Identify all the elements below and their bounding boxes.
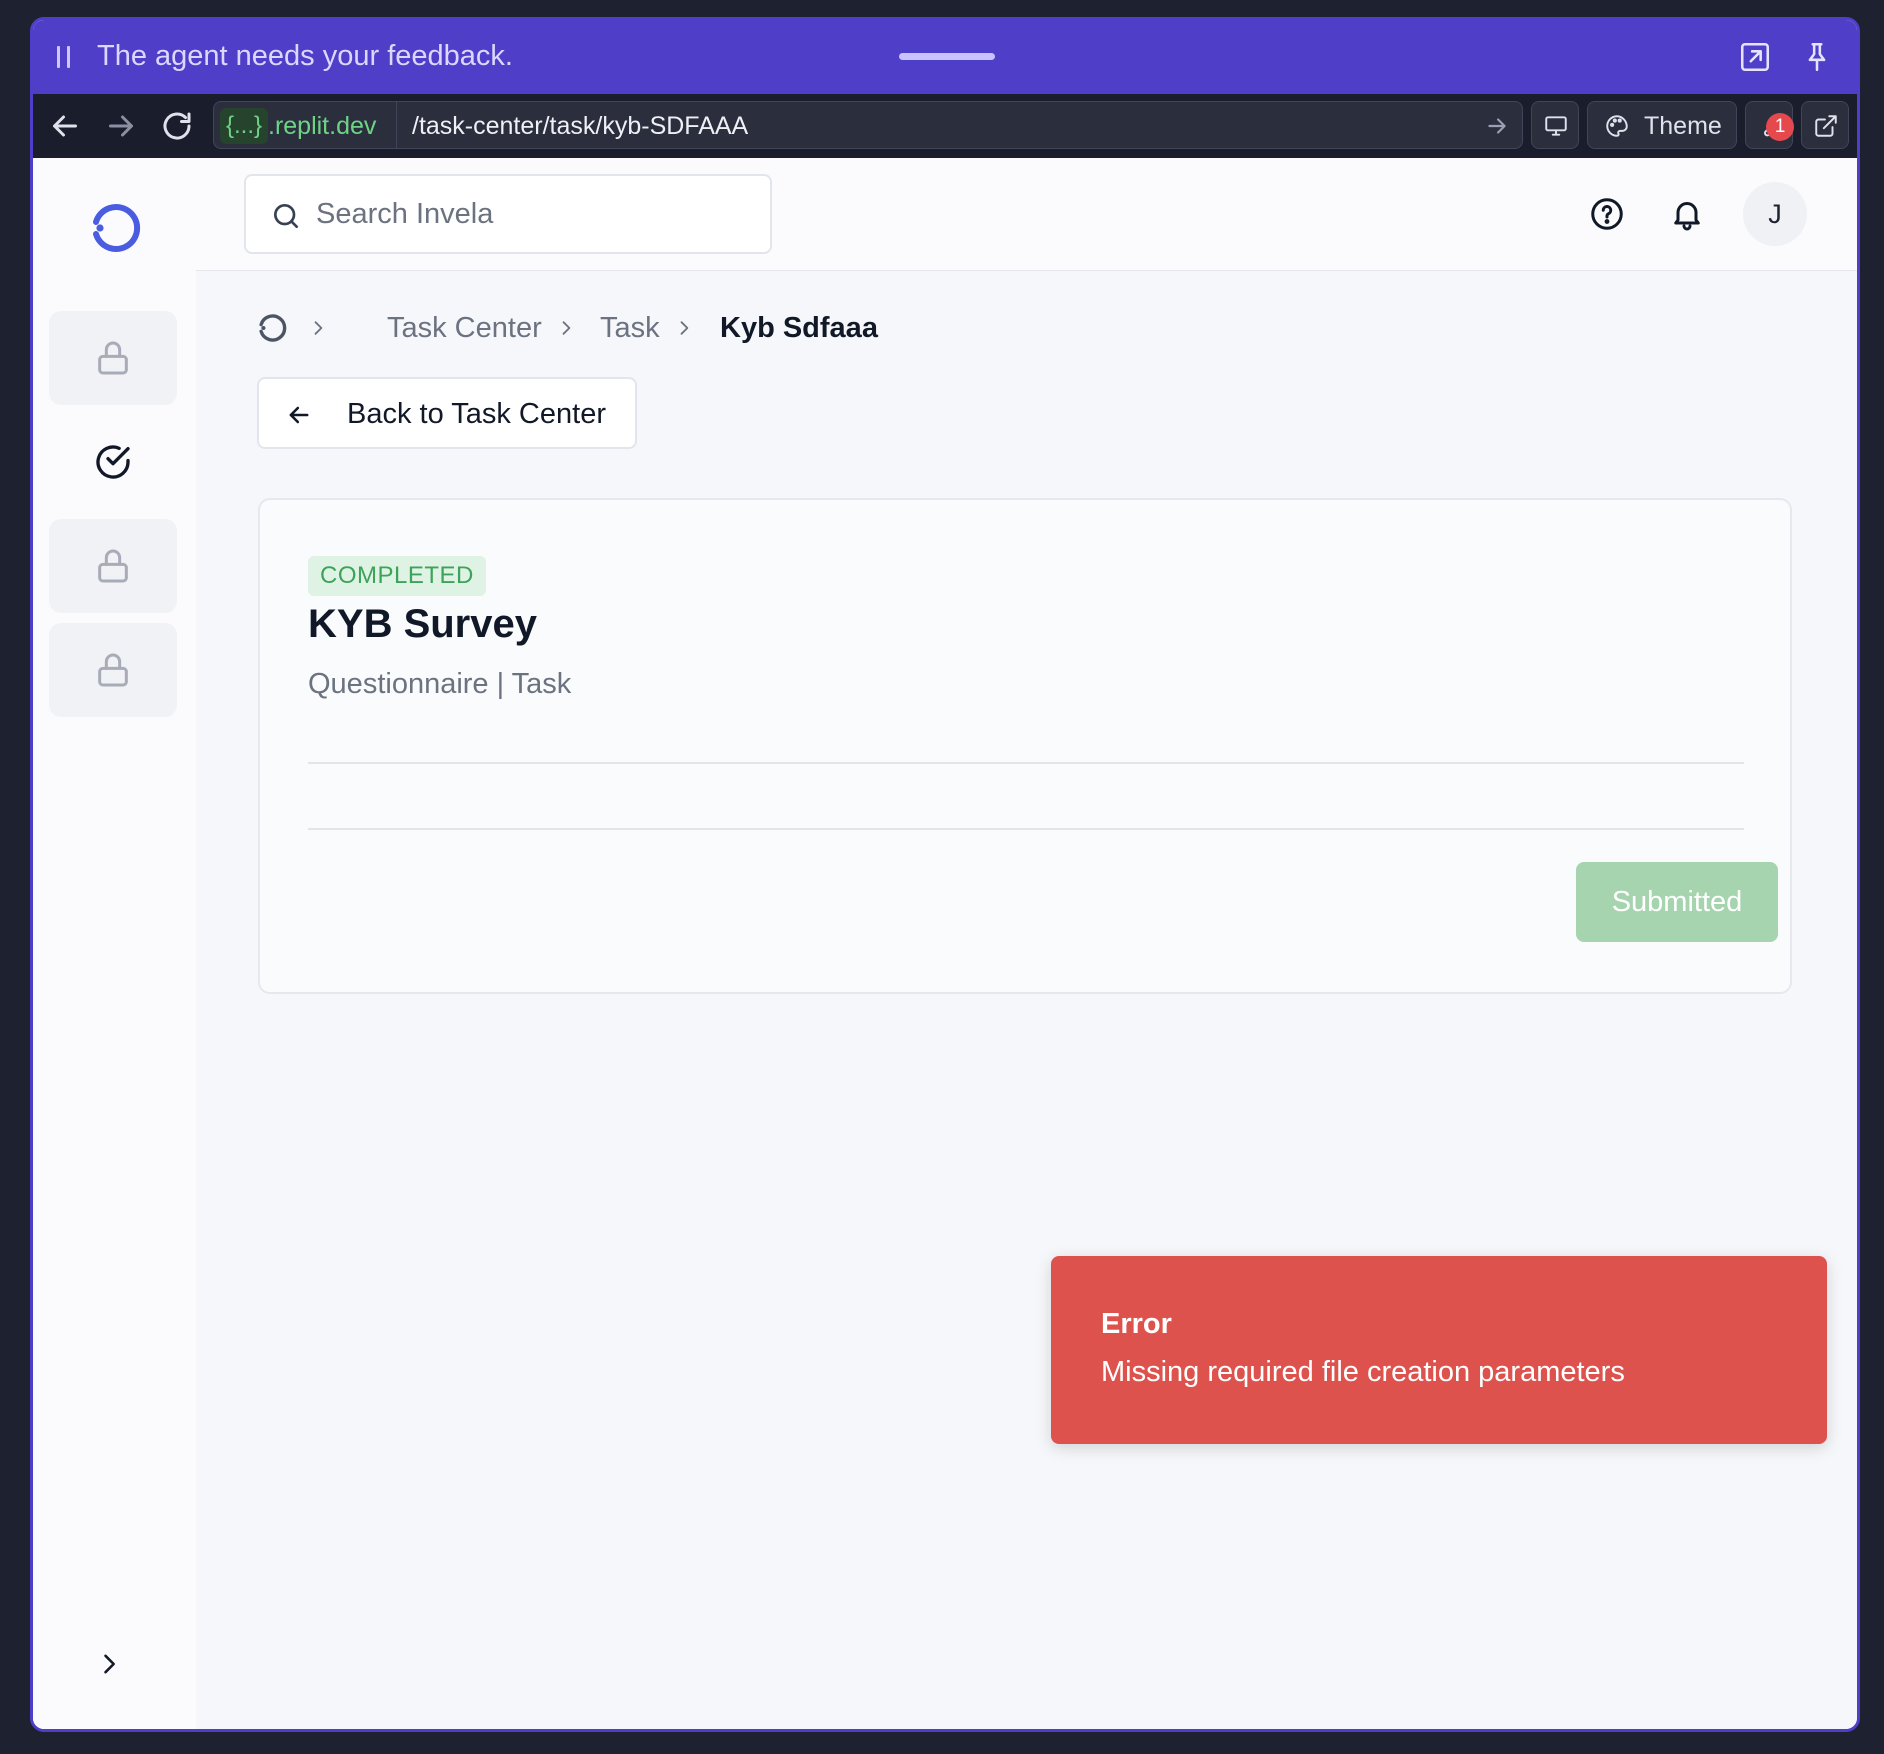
reload-icon[interactable] [159,108,195,144]
invela-logo-icon[interactable] [87,200,143,256]
sidebar-item-locked-1[interactable] [49,311,177,405]
palette-icon [1606,115,1628,137]
expand-sidebar-chevron-icon[interactable] [95,1650,123,1678]
search-icon [274,204,298,228]
task-title: KYB Survey [308,602,537,646]
home-logo-icon[interactable] [256,312,288,344]
search-input[interactable] [316,192,746,236]
check-circle-icon [96,445,130,479]
toast-message: Missing required file creation parameter… [1101,1356,1625,1388]
task-subtitle: Questionnaire | Task [308,668,572,700]
forward-arrow-icon[interactable] [103,108,139,144]
devtools-badge: 1 [1766,113,1794,141]
submitted-button[interactable]: Submitted [1576,862,1778,942]
open-new-tab-button[interactable] [1801,101,1849,149]
help-icon[interactable] [1589,196,1625,232]
user-avatar[interactable]: J [1743,182,1807,246]
divider [308,828,1744,830]
back-to-task-center-button[interactable]: Back to Task Center [257,377,637,449]
task-card: COMPLETED KYB Survey Questionnaire | Tas… [258,498,1792,994]
lock-icon [98,653,128,687]
sidebar-item-locked-2[interactable] [49,519,177,613]
chevron-right-icon [314,321,323,335]
toast-title: Error [1101,1308,1172,1340]
theme-label: Theme [1644,112,1722,140]
breadcrumb-item-task[interactable]: Task [600,308,660,348]
arrow-left-icon [289,406,309,424]
agent-message: The agent needs your feedback. [97,40,513,72]
go-arrow-icon[interactable] [1484,113,1510,139]
lock-icon [98,341,128,375]
chevron-right-icon [680,321,689,335]
device-preview-button[interactable] [1531,101,1579,149]
pin-icon[interactable] [1800,40,1834,74]
sidebar-item-locked-3[interactable] [49,623,177,717]
app-viewport: J Task Center Task Kyb Sdfaaa Back to Ta… [33,158,1857,1729]
top-header: J [196,158,1857,271]
sidebar [33,158,196,1729]
bell-icon[interactable] [1669,196,1705,232]
error-toast: Error Missing required file creation par… [1051,1256,1827,1444]
agent-feedback-bar: The agent needs your feedback. [33,20,1857,94]
search-box[interactable] [244,174,772,254]
replit-preview-window: The agent needs your feedback. {...} .re… [30,17,1860,1732]
back-arrow-icon[interactable] [47,108,83,144]
external-link-icon [1815,115,1837,137]
url-divider [396,102,397,148]
sidebar-item-tasks[interactable] [49,415,177,509]
lock-icon [98,549,128,583]
breadcrumb-current: Kyb Sdfaaa [720,312,878,344]
url-bar[interactable]: {...} .replit.dev /task-center/task/kyb-… [213,101,1523,149]
pause-icon[interactable] [57,46,71,68]
url-domain: .replit.dev [268,112,377,140]
status-badge: COMPLETED [308,556,486,596]
url-tag: {...} [220,108,269,144]
breadcrumb-item-task-center[interactable]: Task Center [387,308,542,348]
divider [308,762,1744,764]
browser-toolbar: {...} .replit.dev /task-center/task/kyb-… [33,94,1857,158]
chevron-right-icon [562,321,571,335]
drag-handle[interactable] [899,53,995,60]
expand-icon[interactable] [1738,40,1772,74]
url-path[interactable]: /task-center/task/kyb-SDFAAA [412,108,748,144]
theme-button[interactable]: Theme [1587,101,1737,149]
back-button-label: Back to Task Center [347,398,606,430]
monitor-icon [1545,116,1567,136]
